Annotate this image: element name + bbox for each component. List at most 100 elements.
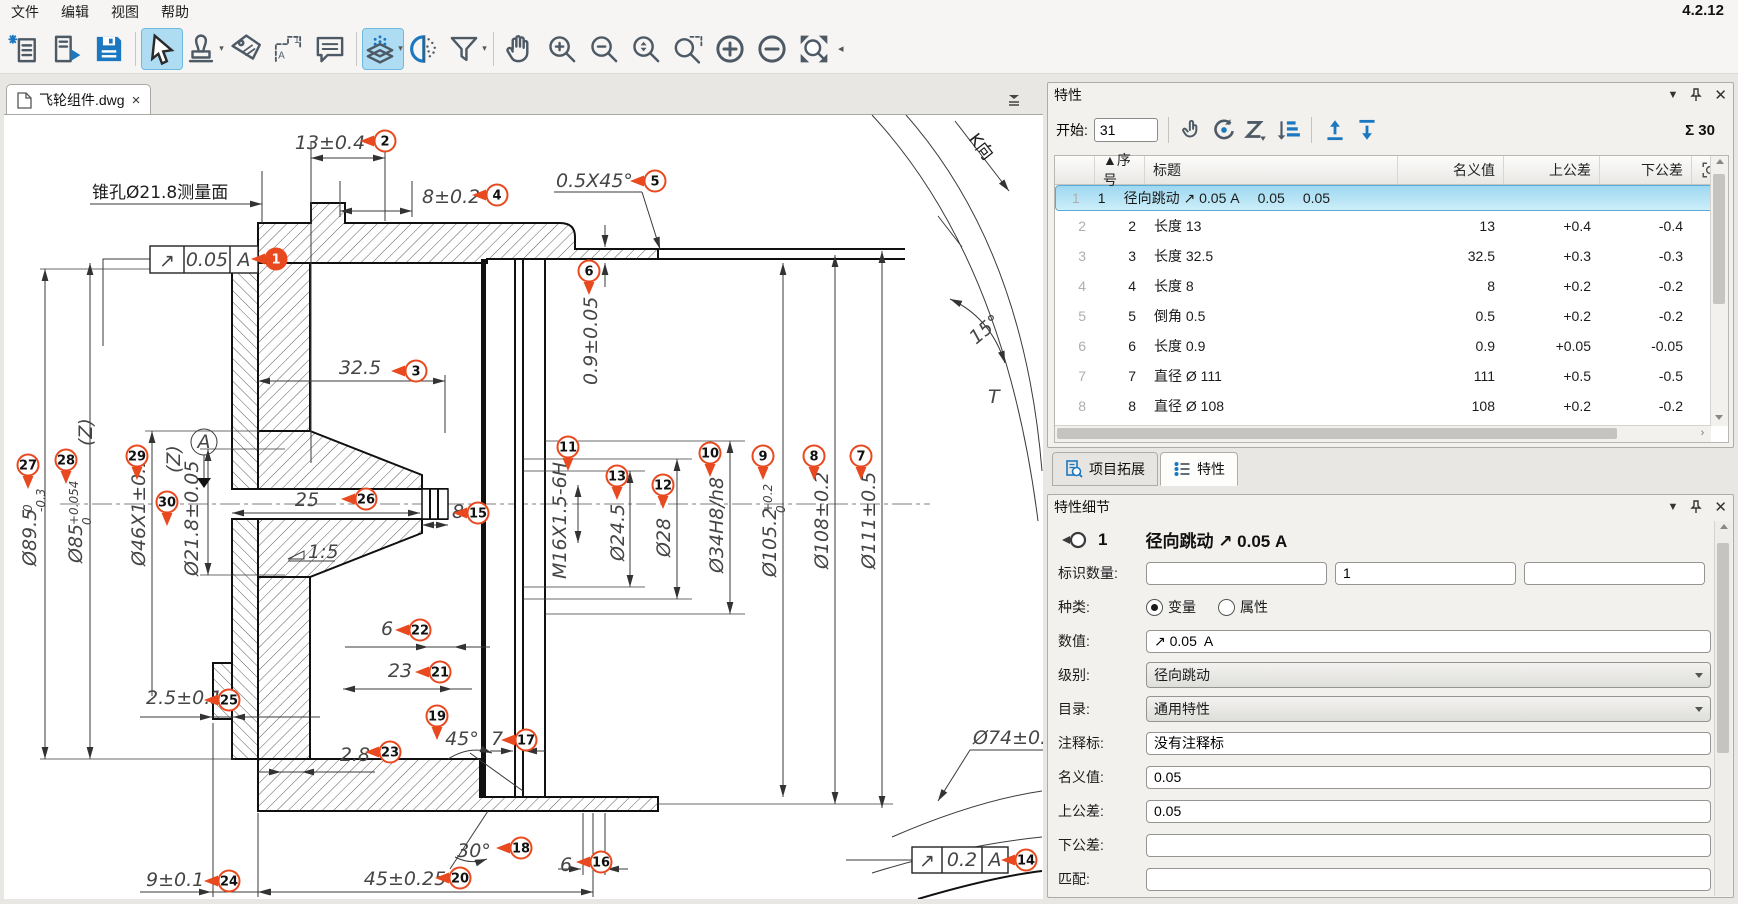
layers-dropdown-arrow[interactable]: ▾ [398, 43, 403, 54]
scroll-up-icon[interactable] [1720, 524, 1728, 529]
id-input-1[interactable] [1146, 562, 1327, 585]
scrollbar-thumb[interactable] [1057, 428, 1617, 439]
tab-close-icon[interactable]: × [132, 92, 141, 109]
nominal-input[interactable] [1146, 766, 1711, 789]
balloon-9[interactable]: 9 [753, 446, 774, 481]
balloon-6[interactable]: 6 [579, 261, 600, 296]
balloon-26[interactable]: 26 [341, 489, 377, 510]
details-vertical-scrollbar[interactable] [1714, 521, 1732, 896]
scroll-down-icon[interactable] [1715, 415, 1723, 420]
balloon-17[interactable]: 17 [501, 730, 537, 751]
menu-view[interactable]: 视图 [100, 0, 150, 24]
stamp-tool-button[interactable]: ▾ [184, 29, 224, 69]
scrollbar-thumb[interactable] [1717, 543, 1729, 753]
zoom-fit-button[interactable] [794, 29, 834, 69]
id-input-2[interactable] [1335, 562, 1516, 585]
table-row[interactable]: 11径向跳动 ↗ 0.05 A0.050.05 [1055, 185, 1728, 211]
filter-dropdown-arrow[interactable]: ▾ [482, 43, 487, 54]
panel-dropdown-icon[interactable]: ▼ [1668, 502, 1679, 513]
balloon-2[interactable]: 2 [360, 131, 396, 152]
region-note-tool-button[interactable]: A1 [268, 29, 308, 69]
pin-icon[interactable] [1690, 500, 1702, 514]
start-input[interactable] [1094, 118, 1158, 142]
pan-tool-button[interactable] [500, 29, 540, 69]
value-input[interactable] [1146, 630, 1711, 653]
balloon-22[interactable]: 22 [395, 620, 431, 641]
renumber-icon[interactable] [1211, 117, 1237, 143]
radio-attribute[interactable] [1218, 599, 1235, 616]
header-lower[interactable]: 下公差 [1600, 156, 1692, 184]
tab-project-extend[interactable]: 项目拓展 [1052, 452, 1158, 486]
balloon-16[interactable]: 16 [576, 852, 612, 873]
close-icon[interactable]: ✕ [1714, 88, 1727, 103]
lower-tolerance-input[interactable] [1146, 834, 1711, 857]
select-tool-button[interactable] [142, 29, 182, 69]
balloon-27[interactable]: 27 [18, 455, 39, 490]
balloon-21[interactable]: 21 [415, 662, 451, 683]
menu-file[interactable]: 文件 [0, 0, 50, 24]
radio-variable[interactable] [1146, 599, 1163, 616]
balloon-10[interactable]: 10 [700, 443, 721, 478]
panel-dropdown-icon[interactable]: ▼ [1668, 90, 1679, 101]
open-document-button[interactable] [47, 29, 87, 69]
table-row[interactable]: 44长度 88+0.2-0.2 [1055, 271, 1728, 301]
close-icon[interactable]: ✕ [1714, 500, 1727, 515]
menu-edit[interactable]: 编辑 [50, 0, 100, 24]
zoom-vertical-button[interactable] [626, 29, 666, 69]
tab-drawing[interactable]: 飞轮组件.dwg × [6, 84, 151, 115]
drawing-svg[interactable]: ↗ 0.05 A ↗ 0.2 A 锥孔Ø21.8测量面 13±0.4 8±0.2… [4, 115, 1043, 899]
table-row[interactable]: 22长度 1313+0.4-0.4 [1055, 211, 1728, 241]
scroll-right-icon[interactable]: › [1695, 427, 1710, 440]
mirror-tool-button[interactable] [405, 29, 445, 69]
catalog-select[interactable]: 通用特性 [1146, 696, 1711, 722]
pick-hand-icon[interactable] [1179, 117, 1205, 143]
decrease-button[interactable] [752, 29, 792, 69]
scroll-up-icon[interactable] [1716, 159, 1724, 164]
balloon-18[interactable]: 18 [496, 838, 532, 859]
new-document-button[interactable] [5, 29, 45, 69]
menu-help[interactable]: 帮助 [150, 0, 200, 24]
layers-tool-button[interactable]: ▾ [363, 29, 403, 69]
tab-list-button[interactable] [1003, 88, 1025, 110]
table-row[interactable]: 55倒角 0.50.5+0.2-0.2 [1055, 301, 1728, 331]
upper-tolerance-input[interactable] [1146, 800, 1711, 823]
level-select[interactable]: 径向跳动 [1146, 662, 1711, 688]
header-upper[interactable]: 上公差 [1504, 156, 1600, 184]
increase-button[interactable] [710, 29, 750, 69]
zoom-window-button[interactable] [668, 29, 708, 69]
pin-icon[interactable] [1690, 88, 1702, 102]
z-order-icon[interactable] [1243, 117, 1269, 143]
balloon-28[interactable]: 28 [56, 450, 77, 485]
balloon-3[interactable]: 3 [391, 361, 427, 382]
toolbar-collapse-arrow[interactable]: ◂ [838, 42, 844, 55]
table-row[interactable]: 66长度 0.90.9+0.05-0.05 [1055, 331, 1728, 361]
table-row[interactable]: 88直径 Ø 108108+0.2-0.2 [1055, 391, 1728, 421]
header-title[interactable]: 标题 [1145, 156, 1398, 184]
table-row[interactable]: 77直径 Ø 111111+0.5-0.5 [1055, 361, 1728, 391]
header-nominal[interactable]: 名义值 [1398, 156, 1504, 184]
stamp-dropdown-arrow[interactable]: ▾ [219, 43, 224, 54]
gdt-frame-runout-005[interactable]: ↗ 0.05 A [150, 246, 258, 273]
scrollbar-thumb[interactable] [1713, 174, 1725, 304]
comment-tool-button[interactable] [310, 29, 350, 69]
table-row[interactable]: 33长度 32.532.5+0.3-0.3 [1055, 241, 1728, 271]
note-input[interactable] [1146, 732, 1711, 755]
balloon-30[interactable]: 30 [157, 492, 178, 527]
header-num[interactable]: ▲序号 [1095, 156, 1145, 184]
balloon-5[interactable]: 5 [630, 171, 666, 192]
balloon-13[interactable]: 13 [607, 466, 628, 501]
table-horizontal-scrollbar[interactable]: › [1055, 425, 1711, 442]
save-button[interactable] [89, 29, 129, 69]
drawing-canvas[interactable]: ↗ 0.05 A ↗ 0.2 A 锥孔Ø21.8测量面 13±0.4 8±0.2… [4, 114, 1043, 899]
zoom-out-button[interactable] [584, 29, 624, 69]
table-vertical-scrollbar[interactable] [1710, 156, 1728, 426]
move-bottom-icon[interactable] [1354, 117, 1380, 143]
tab-properties[interactable]: 特性 [1160, 452, 1238, 486]
balloon-24[interactable]: 24 [204, 871, 240, 892]
id-input-3[interactable] [1524, 562, 1705, 585]
sort-list-icon[interactable] [1275, 117, 1301, 143]
match-input[interactable] [1146, 868, 1711, 891]
zoom-in-button[interactable] [542, 29, 582, 69]
filter-tool-button[interactable]: ▾ [447, 29, 487, 69]
gdt-frame-runout-02[interactable]: ↗ 0.2 A [912, 847, 1008, 873]
